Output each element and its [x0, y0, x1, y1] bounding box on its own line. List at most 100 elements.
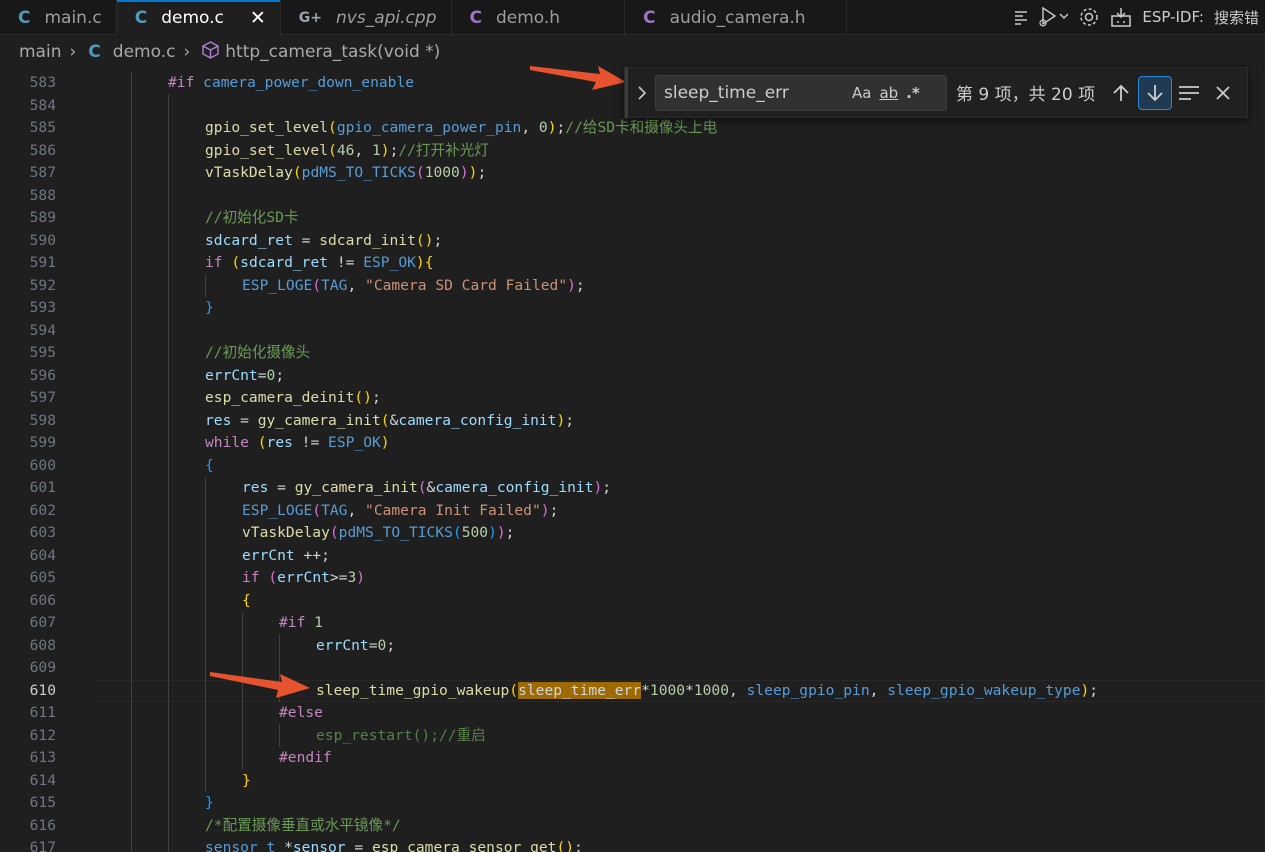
code-editor[interactable]: 583 #if camera_power_down_enable 584 585 g…: [0, 72, 1265, 852]
indent-guide: [279, 724, 280, 747]
line-number: 593: [29, 299, 56, 316]
code-line: 588: [0, 185, 1265, 208]
code-line: 592 ESP_LOGE(TAG, "Camera SD Card Failed"…: [0, 275, 1265, 298]
match-case-toggle[interactable]: Aa: [852, 84, 871, 102]
breadcrumb: main › C demo.c › http_camera_task(void …: [0, 36, 1265, 68]
code-line: 608 errCnt=0;: [0, 635, 1265, 658]
editor-actions: ESP-IDF: 搜索错: [1014, 0, 1265, 34]
breadcrumb-symbol[interactable]: http_camera_task(void *): [225, 42, 440, 62]
indent-guide: [205, 477, 206, 792]
tab-label: audio_camera.h: [669, 7, 806, 28]
find-widget: Aa ab .* 第 9 项，共 20 项: [624, 67, 1248, 118]
line-number: 589: [29, 209, 56, 226]
code-line: 593}: [0, 297, 1265, 320]
line-number: 615: [29, 794, 56, 811]
tab-audio-camera-h[interactable]: C audio_camera.h: [625, 0, 847, 35]
code-line: 614}: [0, 770, 1265, 793]
code-line: 602 ESP_LOGE(TAG, "Camera Init Failed");: [0, 500, 1265, 523]
close-icon[interactable]: ✕: [250, 7, 266, 29]
tab-label: nvs_api.cpp: [336, 7, 437, 28]
line-number: 595: [29, 344, 56, 361]
tab-label: demo.h: [495, 7, 561, 28]
line-number: 587: [29, 164, 56, 181]
line-number: 597: [29, 389, 56, 406]
line-number: 585: [29, 119, 56, 136]
line-number: 583: [29, 74, 56, 91]
code-line: 598 res = gy_camera_init(&camera_config_i…: [0, 410, 1265, 433]
code-line: 594: [0, 320, 1265, 343]
breadcrumb-folder[interactable]: main: [19, 42, 61, 62]
outline-icon[interactable]: [1014, 5, 1028, 29]
code-line: 586 gpio_set_level(46, 1);//打开补光灯: [0, 140, 1265, 163]
search-error-label[interactable]: 搜索错: [1214, 7, 1259, 28]
line-number: 608: [29, 636, 56, 654]
code-line: 600{: [0, 455, 1265, 478]
line-number: 609: [29, 659, 56, 676]
tab-nvs-api-cpp[interactable]: G+ nvs_api.cpp: [281, 0, 452, 35]
c-file-icon: C: [134, 7, 148, 28]
run-debug-icon[interactable]: [1038, 5, 1069, 29]
code-line: 590 sdcard_ret = sdcard_init();: [0, 230, 1265, 253]
code-line: 616/*配置摄像垂直或水平镜像*/: [0, 815, 1265, 838]
line-number: 598: [29, 411, 56, 429]
line-number: 606: [29, 591, 56, 609]
gear-icon[interactable]: [1078, 5, 1100, 29]
chevron-right-icon: ›: [183, 42, 191, 62]
tab-bar: C main.c C demo.c ✕ G+ nvs_api.cpp C dem…: [0, 0, 1265, 35]
line-number: 610: [29, 681, 56, 699]
cpp-file-icon: G+: [298, 9, 323, 26]
line-number: 613: [29, 749, 56, 766]
find-input-box: Aa ab .*: [655, 74, 947, 111]
arrow-down-icon[interactable]: [1138, 75, 1172, 110]
search-match-highlight: sleep_time_err: [518, 681, 642, 699]
code-line: 605 if (errCnt>=3): [0, 567, 1265, 590]
code-line: 615}: [0, 792, 1265, 815]
esp-idf-label[interactable]: ESP-IDF:: [1142, 8, 1204, 26]
chevron-right-icon[interactable]: [625, 67, 655, 118]
h-file-icon: C: [469, 7, 482, 28]
line-number: 592: [29, 276, 56, 294]
line-number: 616: [29, 816, 56, 834]
code-line: 597 esp_camera_deinit();: [0, 387, 1265, 410]
line-number: 614: [29, 771, 56, 789]
code-line: 596 errCnt=0;: [0, 365, 1265, 388]
line-number: 594: [29, 321, 56, 339]
tab-demo-c[interactable]: C demo.c ✕: [116, 0, 281, 35]
line-number: 600: [29, 456, 56, 474]
line-number: 611: [29, 704, 56, 721]
code-line: 607 #if 1: [0, 612, 1265, 635]
tab-label: main.c: [44, 7, 102, 28]
indent-guide: [205, 274, 206, 297]
annotation-arrow: [210, 672, 310, 698]
breadcrumb-file[interactable]: demo.c: [113, 42, 176, 62]
code-line: 609: [0, 657, 1265, 680]
line-number: 586: [29, 141, 56, 159]
code-line: 613 #endif: [0, 747, 1265, 770]
code-line: 599 while (res != ESP_OK): [0, 432, 1265, 455]
match-whole-word-toggle[interactable]: ab: [879, 84, 898, 102]
code-line: 612 esp_restart();//重启: [0, 725, 1265, 748]
line-number: 588: [29, 186, 56, 204]
code-line: 585 gpio_set_level(gpio_camera_power_pin,…: [0, 117, 1265, 140]
line-number: 590: [29, 231, 56, 249]
line-number: 584: [29, 96, 56, 114]
line-number: 607: [29, 614, 56, 631]
regex-toggle[interactable]: .*: [906, 84, 920, 102]
close-icon[interactable]: [1206, 76, 1240, 110]
line-number: 591: [29, 254, 56, 271]
arrow-up-icon[interactable]: [1104, 76, 1138, 110]
code-line: 589//初始化SD卡: [0, 207, 1265, 230]
find-input[interactable]: [664, 82, 844, 103]
tab-demo-h[interactable]: C demo.h: [452, 0, 626, 35]
indent-guide: [168, 94, 169, 852]
line-number: 612: [29, 726, 56, 744]
h-file-icon: C: [643, 7, 656, 28]
code-line: 617 sensor_t *sensor = esp_camera_sensor_…: [0, 837, 1265, 852]
line-number: 605: [29, 569, 56, 586]
tab-main-c[interactable]: C main.c: [0, 0, 117, 35]
c-file-icon: C: [88, 42, 101, 62]
line-number: 599: [29, 434, 56, 451]
find-in-selection-icon[interactable]: [1172, 76, 1206, 110]
code-line: 604 errCnt ++;: [0, 545, 1265, 568]
flash-device-icon[interactable]: [1110, 5, 1132, 29]
